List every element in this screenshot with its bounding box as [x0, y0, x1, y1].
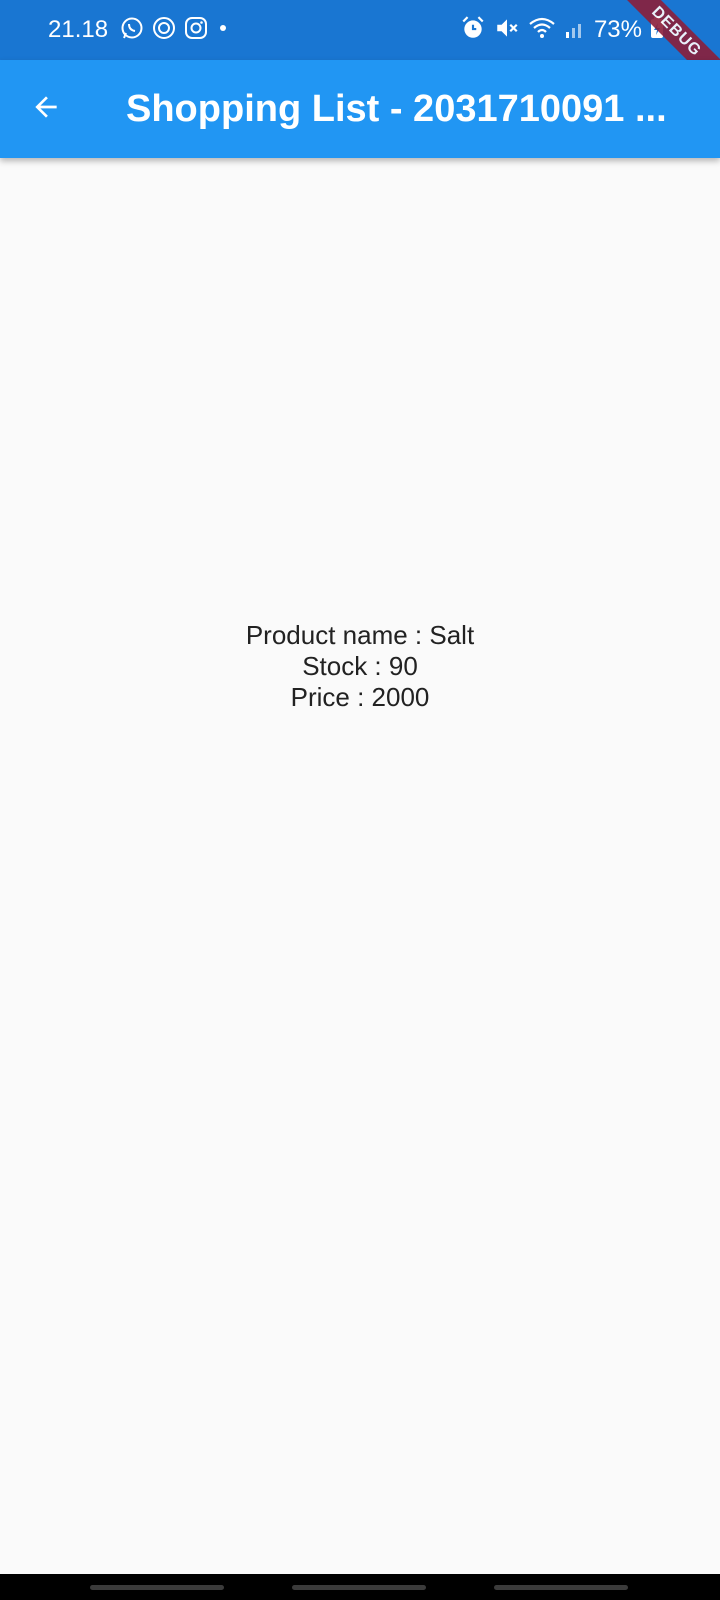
status-bar: 21.18 73% — [0, 0, 720, 60]
instagram-icon — [184, 16, 208, 45]
mute-icon — [494, 15, 520, 46]
app-bar: Shopping List - 2031710091 ... — [0, 60, 720, 158]
product-details: Product name : Salt Stock : 90 Price : 2… — [0, 620, 720, 713]
status-time: 21.18 — [48, 16, 109, 43]
product-price-text: Price : 2000 — [290, 682, 430, 712]
alarm-icon — [460, 15, 486, 46]
product-stock-text: Stock : 90 — [302, 651, 418, 681]
notification-badge-icon — [152, 16, 176, 45]
dot-icon — [216, 16, 230, 45]
status-left: 21.18 — [48, 0, 230, 60]
nav-back-button[interactable] — [494, 1585, 628, 1590]
status-right: 73% — [460, 0, 664, 60]
product-name-text: Product name : Salt — [245, 620, 475, 650]
arrow-back-icon — [30, 91, 62, 128]
nav-recents-button[interactable] — [90, 1585, 224, 1590]
whatsapp-icon — [120, 16, 144, 45]
page-title: Shopping List - 2031710091 ... — [126, 88, 666, 130]
battery-percent: 73% — [593, 16, 642, 43]
back-button[interactable] — [22, 85, 70, 133]
system-nav-bar — [0, 1574, 720, 1600]
nav-home-button[interactable] — [292, 1585, 426, 1590]
signal-icon — [564, 16, 586, 45]
wifi-icon — [528, 15, 556, 46]
